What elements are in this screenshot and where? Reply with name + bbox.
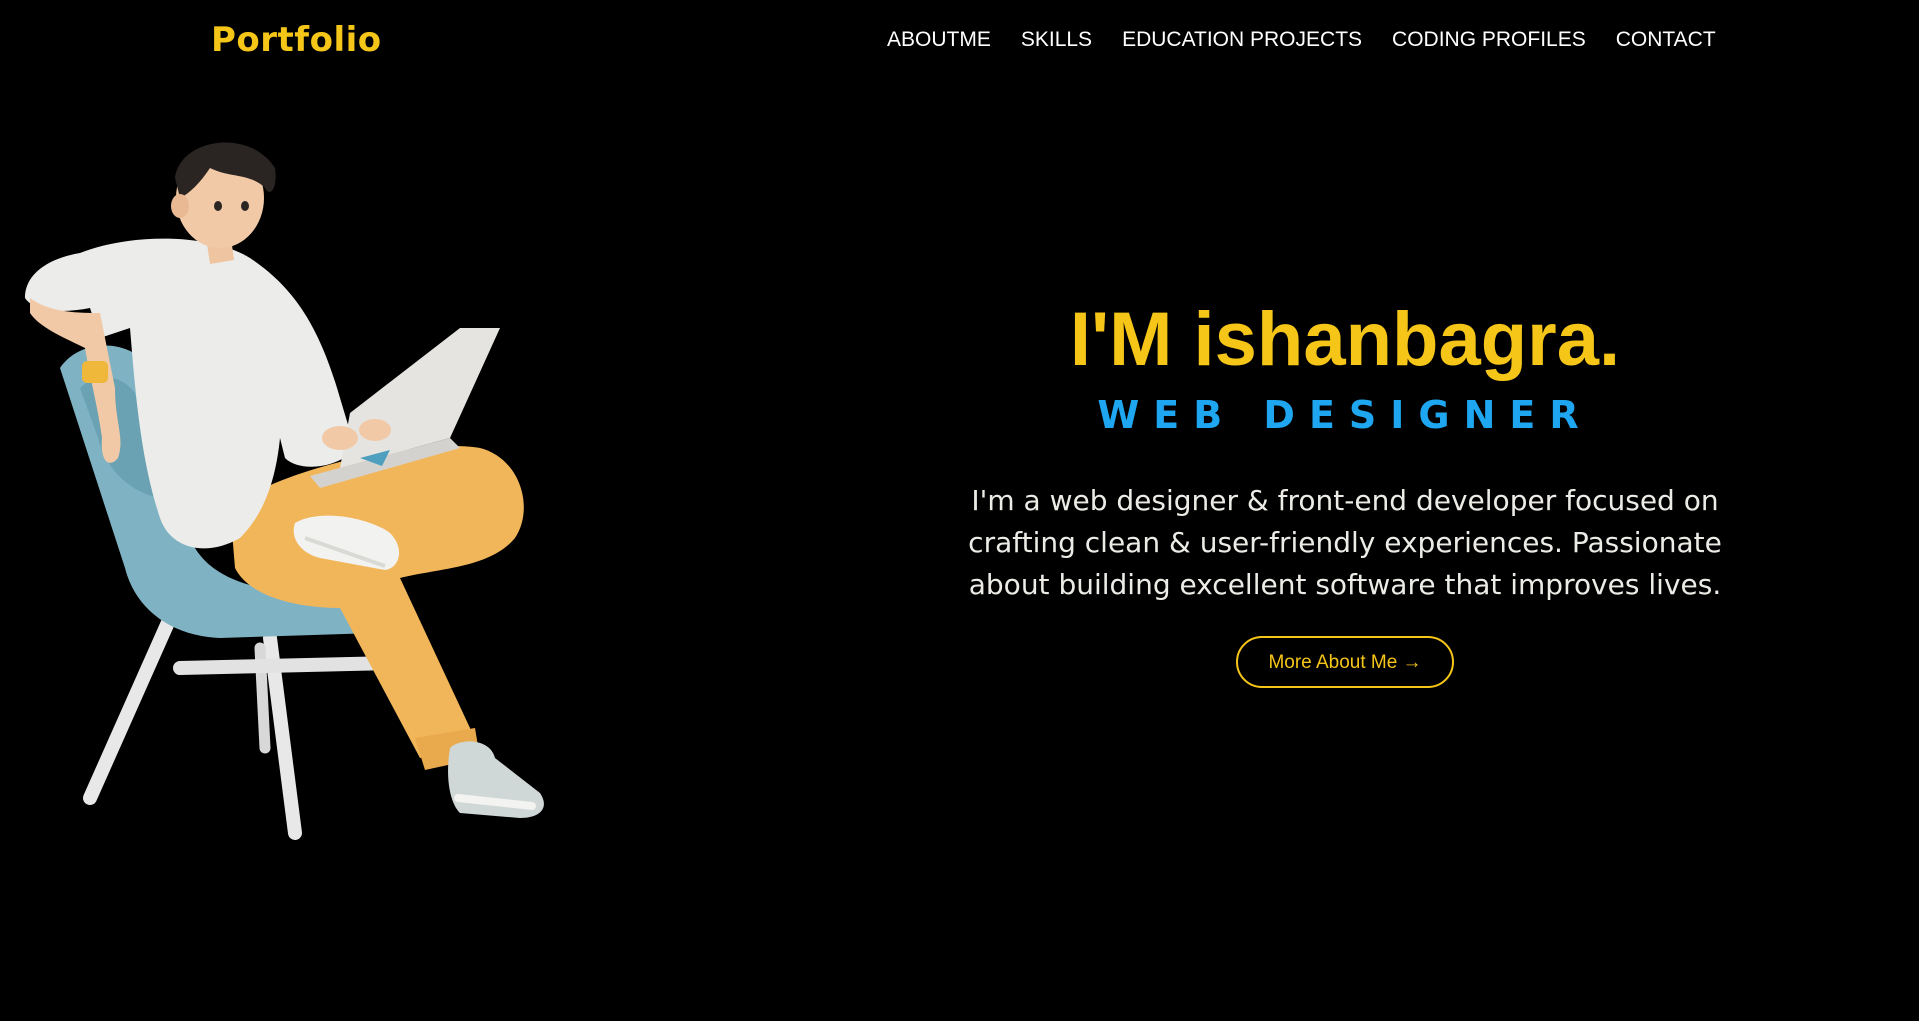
brand-logo[interactable]: Portfolio [211, 20, 382, 60]
hero-title: I'M ishanbagra. [1069, 297, 1621, 382]
nav-link-skills[interactable]: SKILLS [1021, 28, 1092, 52]
hero-subtitle: WEB DESIGNER [1097, 393, 1593, 437]
watch-icon [82, 361, 108, 383]
site-header: Portfolio ABOUTME SKILLS EDUCATION PROJE… [0, 0, 1919, 86]
nav-link-coding-profiles[interactable]: CODING PROFILES [1392, 28, 1586, 52]
nav-link-education-projects[interactable]: EDUCATION PROJECTS [1122, 28, 1362, 52]
hero-section: I'M ishanbagra. WEB DESIGNER I'm a web d… [940, 290, 1750, 688]
nav-link-aboutme[interactable]: ABOUTME [887, 28, 991, 52]
person-on-chair-illustration [20, 138, 580, 878]
nav-link-contact[interactable]: CONTACT [1616, 28, 1716, 52]
more-about-me-button[interactable]: More About Me → [1236, 636, 1454, 688]
hero-description: I'm a web designer & front-end developer… [968, 484, 1722, 601]
main-nav: ABOUTME SKILLS EDUCATION PROJECTS CODING… [887, 28, 1716, 52]
page: Portfolio ABOUTME SKILLS EDUCATION PROJE… [0, 0, 1919, 1021]
